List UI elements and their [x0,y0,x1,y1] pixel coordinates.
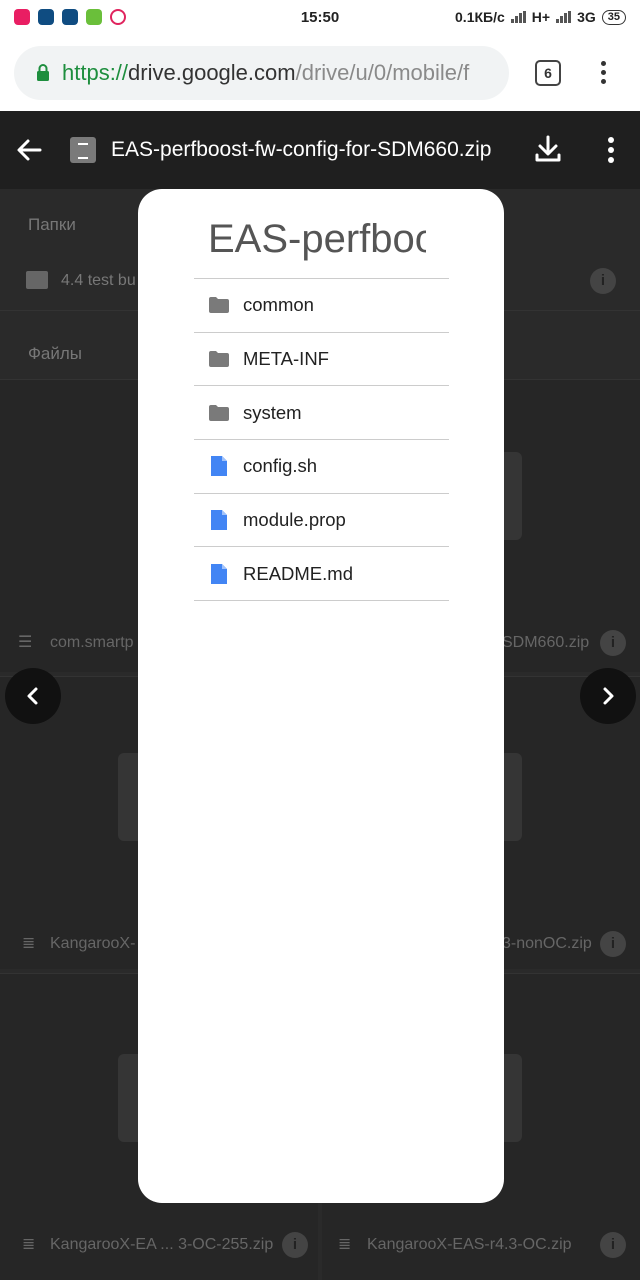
zip-entry-name: module.prop [243,509,346,531]
zip-file-icon: ≣ [22,1236,36,1253]
list-file-icon: ☰ [18,634,33,651]
shared-folder-icon [26,271,48,289]
zip-entry-name: config.sh [243,455,318,477]
info-icon[interactable]: i [600,1232,626,1258]
url-scheme: https:// [62,59,129,85]
lock-icon [37,63,49,81]
previous-file-button[interactable] [5,668,61,724]
status-bar: 15:50 0.1КБ/с H+ 3G 35 [0,0,640,34]
folder-name: 4.4 test bu [61,272,136,289]
file-tile-name: KangarooX-EA ... 3-OC-255.zip [50,1236,274,1253]
zip-entry-name: README.md [243,562,353,584]
file-tile-name: SDM660.zip [502,634,590,651]
zip-file-icon [70,137,96,163]
drive-header: EAS-perfboost-fw-config-for-SDM660.zip [0,111,640,189]
info-icon[interactable]: i [282,1232,308,1258]
zip-entry-folder[interactable]: system [194,386,449,441]
next-file-button[interactable] [580,668,636,724]
file-title: EAS-perfboost-fw-config-for-SDM660.zip [111,138,492,161]
zip-entry-folder[interactable]: common [194,279,449,333]
browser-toolbar: https://drive.google.com/drive/u/0/mobil… [0,34,640,111]
zip-entry-file[interactable]: module.prop [194,494,449,548]
more-options-icon[interactable] [608,137,614,163]
file-tile-name: com.smartp [50,634,134,651]
zip-entry-name: system [243,401,302,423]
chevron-right-icon [603,687,614,705]
download-icon[interactable] [532,133,564,165]
zip-preview-card: EAS-perfboost-fw-config-for-SDM660.zip c… [138,189,504,1203]
url-host: drive.google.com [128,59,296,85]
zip-entry-list: common META-INF system config.sh module.… [194,278,449,602]
file-icon [208,563,230,585]
preview-title: EAS-perfboost-fw-config-for-SDM660.zip [208,217,426,261]
files-section-label: Файлы [28,344,83,363]
zip-file-icon: ≣ [338,1236,352,1253]
folder-icon [208,294,230,316]
url-path: /drive/u/0/mobile/f [295,59,470,85]
info-icon[interactable]: i [590,268,616,294]
folder-icon [208,348,230,370]
back-arrow-icon[interactable] [14,135,44,165]
zip-entry-name: common [243,294,314,316]
file-tile-name: KangarooX-EAS-r4.3-OC.zip [367,1236,572,1253]
file-icon [208,509,230,531]
tab-switcher-button[interactable]: 6 [535,59,561,86]
file-icon [208,455,230,477]
zip-entry-name: META-INF [243,348,329,370]
info-icon[interactable]: i [600,931,626,957]
browser-menu-button[interactable] [601,61,606,84]
address-bar[interactable]: https://drive.google.com/drive/u/0/mobil… [14,45,509,100]
zip-file-icon: ≣ [22,935,36,952]
folder-icon [208,402,230,424]
clock: 15:50 [300,8,340,26]
chevron-left-icon [27,687,38,705]
file-tile-name: 3-nonOC.zip [502,935,592,952]
info-icon[interactable]: i [600,630,626,656]
file-tile-name: KangarooX- [50,935,136,952]
folders-section-label: Папки [28,215,76,234]
zip-entry-folder[interactable]: META-INF [194,333,449,387]
zip-entry-file[interactable]: config.sh [194,440,449,494]
zip-entry-file[interactable]: README.md [194,547,449,602]
